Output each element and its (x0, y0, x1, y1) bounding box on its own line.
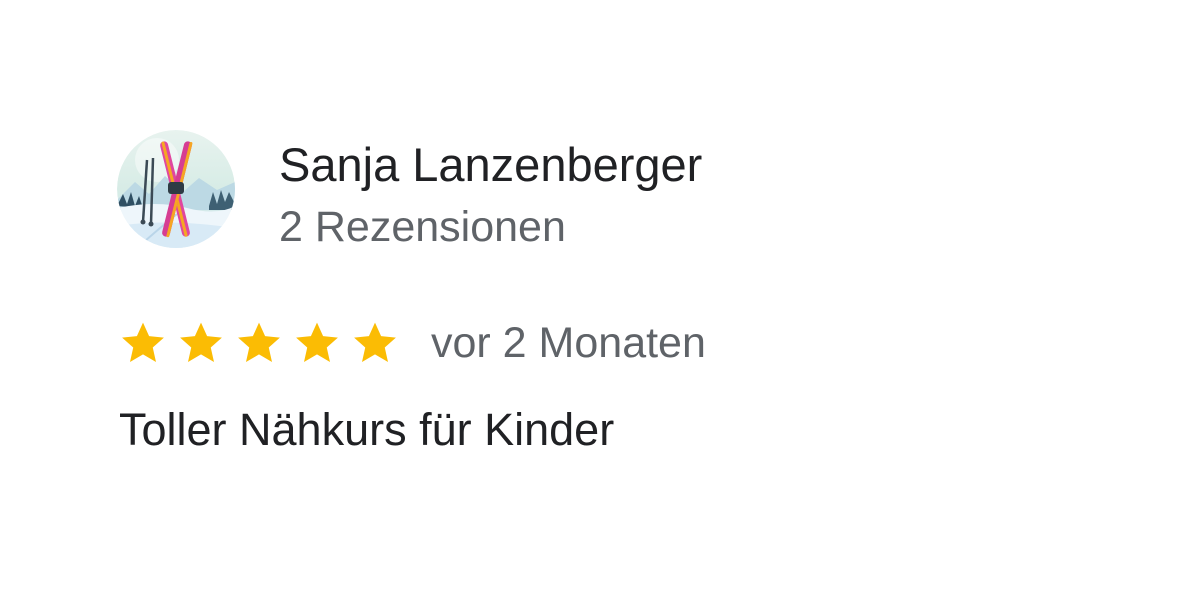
avatar[interactable] (117, 130, 235, 248)
star-icon (296, 322, 338, 362)
ski-avatar-icon (117, 130, 235, 248)
review-text: Toller Nähkurs für Kinder (119, 404, 615, 455)
star-rating (119, 319, 399, 367)
reviewer-name[interactable]: Sanja Lanzenberger (279, 137, 702, 193)
star-icon (180, 322, 222, 362)
star-icon (354, 322, 396, 362)
rating-row: vor 2 Monaten (119, 313, 706, 373)
review-count[interactable]: 2 Rezensionen (279, 201, 566, 253)
review-card: Sanja Lanzenberger 2 Rezensionen vor 2 M… (0, 0, 1200, 600)
star-icon (238, 322, 280, 362)
star-icon (122, 322, 164, 362)
review-date: vor 2 Monaten (431, 319, 706, 367)
